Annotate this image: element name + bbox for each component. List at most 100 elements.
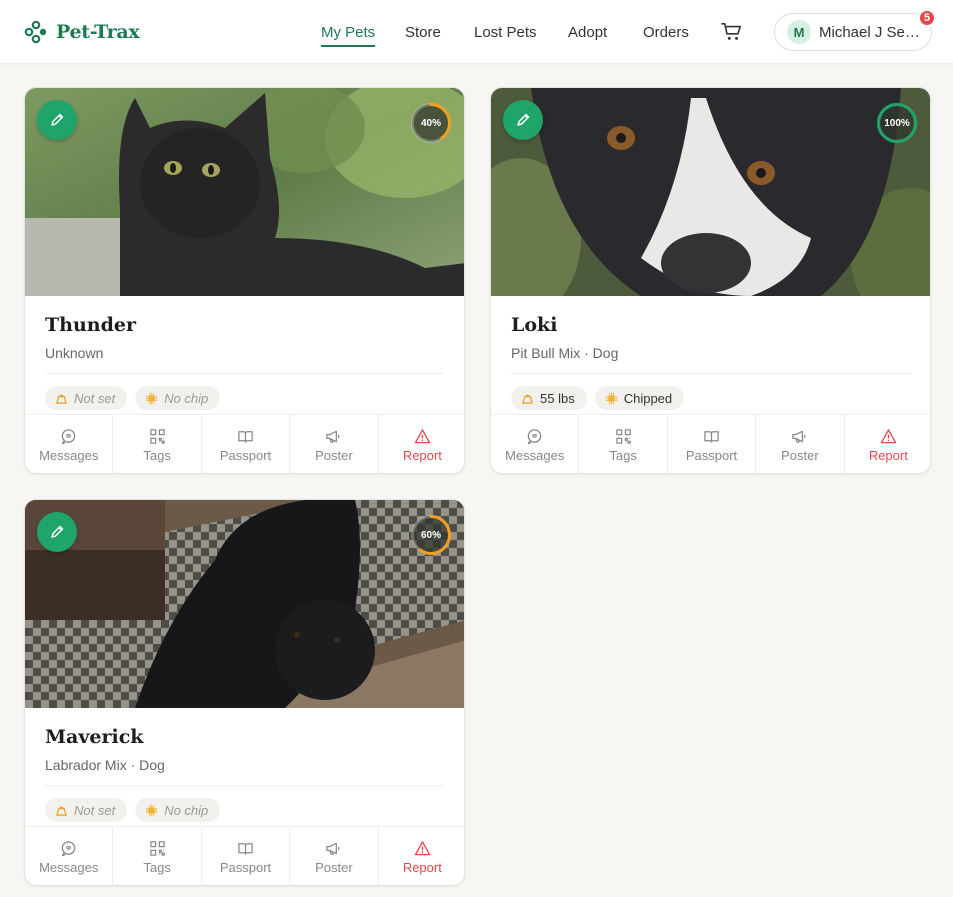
poster-label: Poster	[315, 859, 353, 875]
microchip-chip: Chipped	[594, 386, 685, 410]
pet-name: Maverick	[45, 726, 144, 748]
paw-logo-icon	[24, 20, 47, 44]
weight-icon	[522, 394, 533, 404]
microchip-icon	[146, 804, 158, 816]
poster-label: Poster	[781, 447, 819, 463]
pet-card-loki[interactable]: 100% Loki Pit Bull Mix · Dog 55 lbs Chip…	[490, 87, 931, 474]
weight-icon	[56, 394, 67, 404]
open-book-icon	[704, 430, 719, 443]
open-book-icon	[238, 842, 253, 855]
tags-label: Tags	[143, 447, 171, 463]
pet-photo[interactable]	[491, 88, 930, 296]
megaphone-icon	[792, 430, 806, 443]
weight-value: Not set	[74, 390, 116, 406]
qr-code-icon	[149, 840, 165, 856]
nav-my-pets[interactable]: My Pets	[321, 24, 376, 47]
passport-button[interactable]: Passport	[668, 415, 757, 473]
poster-button[interactable]: Poster	[290, 827, 379, 885]
open-book-icon	[238, 430, 253, 443]
tags-button[interactable]: Tags	[579, 415, 668, 473]
divider	[45, 785, 444, 786]
shopping-cart-icon[interactable]	[721, 22, 743, 42]
passport-button[interactable]: Passport	[202, 827, 291, 885]
pet-actions-bar: Messages Tags Passport Poster Report	[491, 414, 930, 473]
megaphone-icon	[326, 842, 340, 855]
completion-percent: 40%	[420, 117, 441, 129]
microchip-chip: No chip	[135, 798, 221, 822]
weight-value: Not set	[74, 802, 116, 818]
profile-completion-ring: 60%	[409, 513, 453, 557]
tags-label: Tags	[609, 447, 637, 463]
nav-adopt[interactable]: Adopt	[568, 24, 607, 41]
pencil-icon	[51, 113, 64, 126]
tags-button[interactable]: Tags	[113, 827, 202, 885]
user-menu-button[interactable]: M Michael J See...	[774, 13, 932, 51]
messages-button[interactable]: Messages	[491, 415, 580, 473]
divider	[45, 373, 444, 374]
report-label: Report	[402, 447, 442, 463]
weight-chip: Not set	[45, 798, 128, 822]
pet-name: Thunder	[45, 314, 136, 336]
passport-label: Passport	[219, 447, 272, 463]
nav-store[interactable]: Store	[405, 24, 441, 41]
pet-breed: Labrador Mix · Dog	[45, 757, 165, 773]
weight-chip: 55 lbs	[511, 386, 587, 410]
divider	[511, 373, 910, 374]
completion-percent: 100%	[884, 117, 910, 129]
pet-photo[interactable]	[25, 88, 464, 296]
tags-button[interactable]: Tags	[113, 415, 202, 473]
weight-chip: Not set	[45, 386, 128, 410]
message-bubble-icon	[527, 428, 542, 444]
pencil-icon	[517, 113, 530, 126]
weight-icon	[56, 806, 67, 816]
edit-pet-button[interactable]	[503, 100, 543, 140]
message-bubble-icon	[61, 428, 76, 444]
profile-completion-ring: 100%	[875, 101, 919, 145]
microchip-icon	[146, 392, 158, 404]
message-bubble-icon	[61, 840, 76, 856]
warning-triangle-icon	[414, 840, 431, 855]
avatar: M	[787, 20, 811, 44]
microchip-icon	[605, 392, 617, 404]
qr-code-icon	[149, 428, 165, 444]
notification-badge[interactable]: 5	[918, 9, 936, 27]
profile-completion-ring: 40%	[409, 101, 453, 145]
user-name: Michael J See...	[819, 23, 921, 41]
microchip-value: No chip	[164, 390, 209, 406]
poster-label: Poster	[315, 447, 353, 463]
passport-label: Passport	[219, 859, 272, 875]
brand-logo[interactable]: Pet-Trax	[24, 20, 140, 44]
pet-photo[interactable]	[25, 500, 464, 708]
edit-pet-button[interactable]	[37, 100, 77, 140]
pet-card-thunder[interactable]: 40% Thunder Unknown Not set No chip Mess…	[24, 87, 465, 474]
messages-label: Messages	[505, 447, 565, 463]
passport-button[interactable]: Passport	[202, 415, 291, 473]
warning-triangle-icon	[414, 428, 431, 443]
pet-breed: Unknown	[45, 345, 104, 361]
nav-orders[interactable]: Orders	[643, 24, 689, 41]
pet-breed: Pit Bull Mix · Dog	[511, 345, 619, 361]
completion-percent: 60%	[420, 529, 441, 541]
passport-label: Passport	[685, 447, 738, 463]
microchip-value: Chipped	[623, 390, 673, 406]
poster-button[interactable]: Poster	[290, 415, 379, 473]
messages-label: Messages	[39, 859, 99, 875]
messages-label: Messages	[39, 447, 99, 463]
microchip-value: No chip	[164, 802, 209, 818]
nav-lost-pets[interactable]: Lost Pets	[474, 24, 537, 41]
report-button[interactable]: Report	[845, 415, 930, 473]
edit-pet-button[interactable]	[37, 512, 77, 552]
pet-actions-bar: Messages Tags Passport Poster Report	[25, 826, 464, 885]
report-button[interactable]: Report	[379, 827, 464, 885]
messages-button[interactable]: Messages	[25, 415, 114, 473]
report-label: Report	[868, 447, 908, 463]
brand-name: Pet-Trax	[56, 21, 140, 43]
poster-button[interactable]: Poster	[756, 415, 845, 473]
messages-button[interactable]: Messages	[25, 827, 114, 885]
tags-label: Tags	[143, 859, 171, 875]
report-button[interactable]: Report	[379, 415, 464, 473]
megaphone-icon	[326, 430, 340, 443]
warning-triangle-icon	[880, 428, 897, 443]
pet-name: Loki	[511, 314, 558, 336]
pet-card-maverick[interactable]: 60% Maverick Labrador Mix · Dog Not set …	[24, 499, 465, 886]
